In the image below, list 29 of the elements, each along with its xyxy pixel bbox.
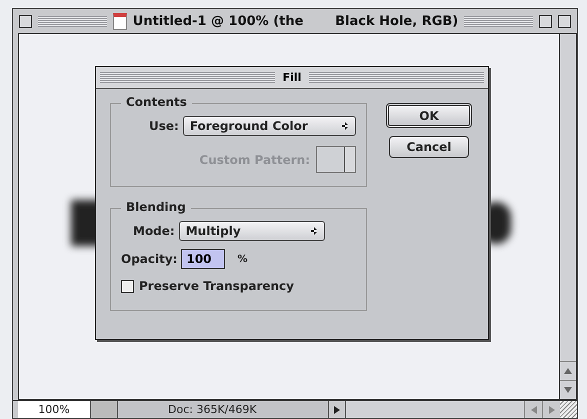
opacity-field[interactable]: 100 (181, 249, 226, 269)
group-label: Contents (121, 95, 192, 109)
collapse-box[interactable] (558, 14, 571, 28)
up-down-arrows-icon (341, 122, 349, 130)
document-size-info: Doc: 365K/469K (118, 401, 328, 418)
checkbox[interactable] (121, 280, 134, 292)
use-dropdown[interactable]: Foreground Color (182, 116, 356, 136)
resize-grip[interactable] (560, 401, 577, 418)
vertical-scrollbar[interactable] (560, 33, 577, 400)
group-label: Blending (121, 200, 191, 214)
cancel-button[interactable]: Cancel (389, 136, 469, 158)
zoom-field[interactable]: 100% (18, 401, 90, 418)
title-bar-stripes (38, 16, 107, 26)
mode-dropdown[interactable]: Multiply (178, 221, 325, 241)
ok-button[interactable]: OK (386, 103, 472, 128)
zoom-box[interactable] (539, 14, 552, 28)
field-label: Opacity: (121, 252, 178, 266)
checkbox-label: Preserve Transparency (139, 279, 294, 293)
field-label: Mode: (133, 224, 175, 238)
document-icon (112, 12, 127, 30)
dialog-title: Fill (282, 71, 302, 84)
unit-label: % (237, 254, 248, 264)
horizontal-scrollbar[interactable] (346, 401, 524, 418)
window-title: Untitled-1 @ 100% (the Black Hole, RGB) (132, 14, 458, 28)
title-bar-stripes (464, 16, 533, 26)
field-label: Custom Pattern: (199, 152, 310, 166)
field-label: Use: (149, 119, 179, 133)
up-down-arrows-icon (310, 227, 318, 235)
close-box[interactable] (19, 14, 32, 28)
